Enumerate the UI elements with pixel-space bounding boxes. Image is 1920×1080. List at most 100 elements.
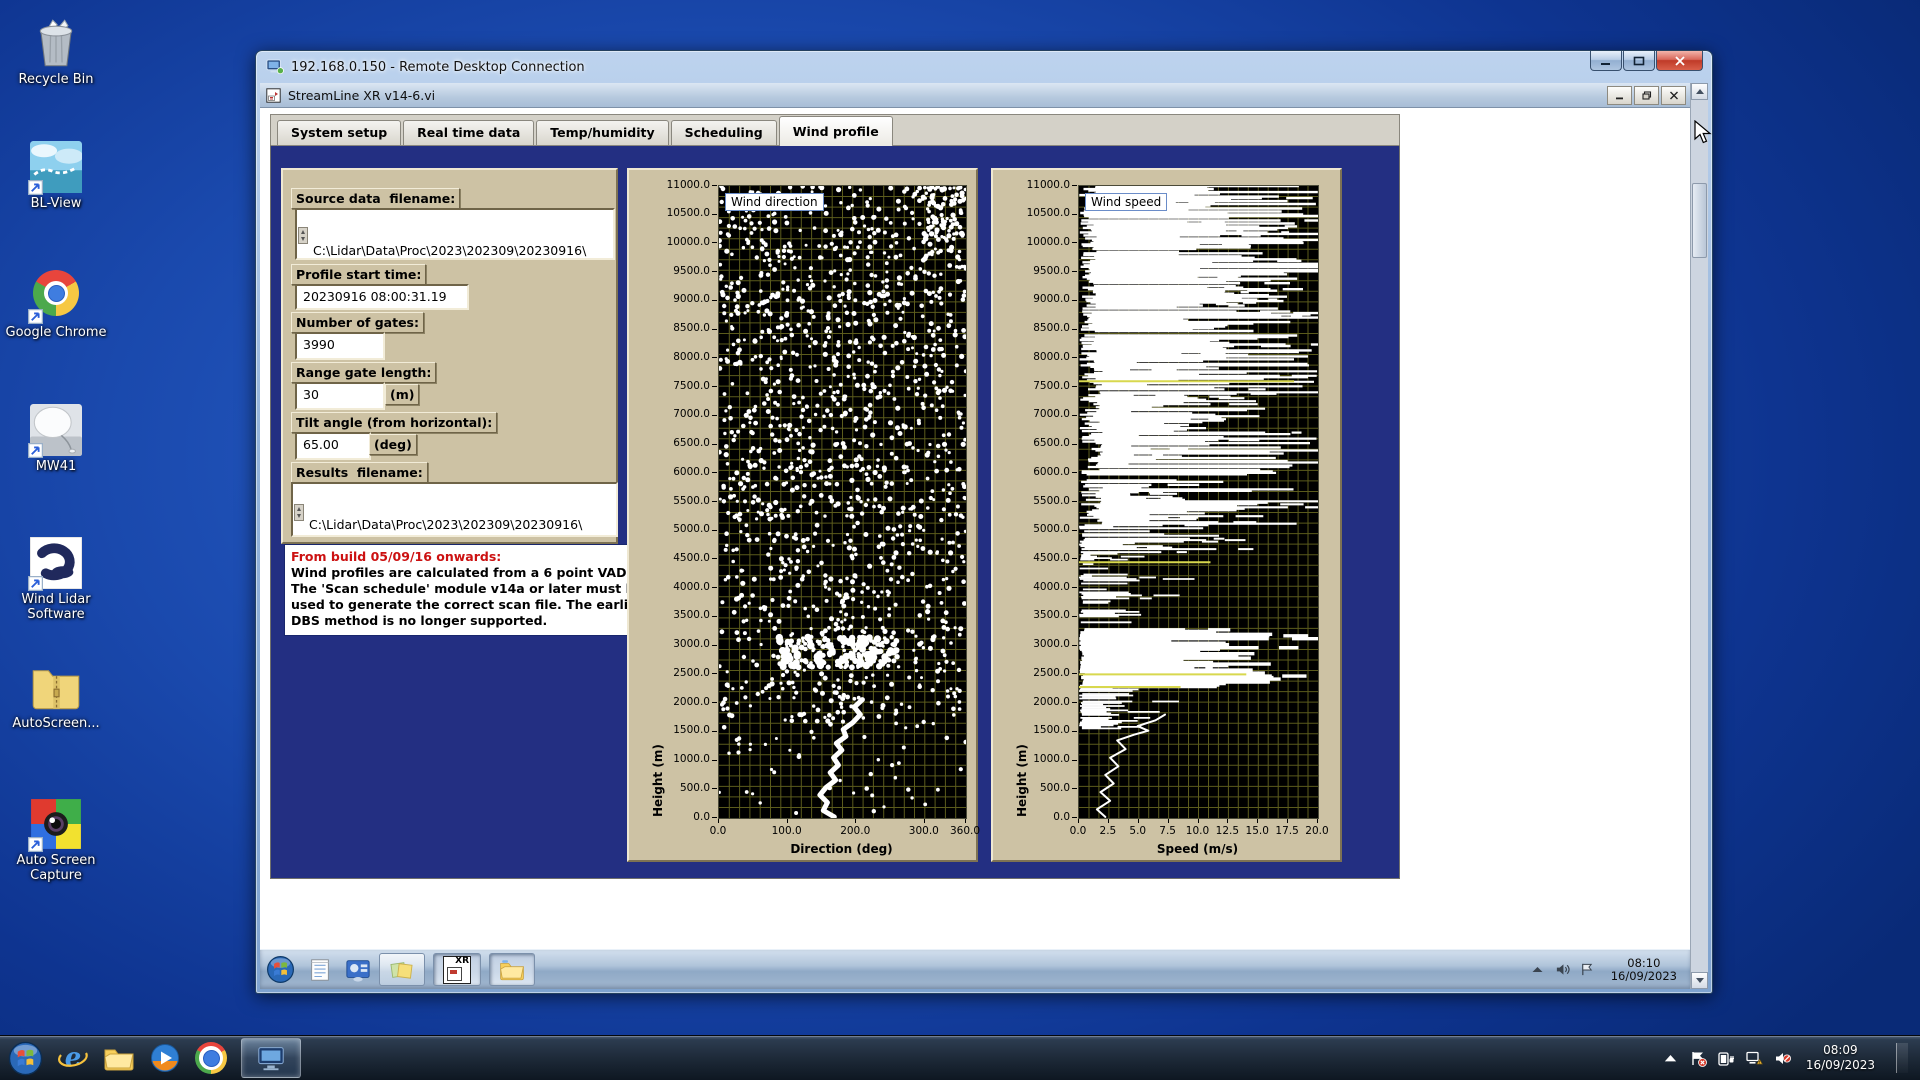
desktop-icon-label: Wind Lidar Software bbox=[4, 592, 108, 622]
network-status-icon[interactable] bbox=[1746, 1050, 1763, 1067]
google-chrome-icon[interactable] bbox=[195, 1042, 227, 1074]
rdp-window-title: 192.168.0.150 - Remote Desktop Connectio… bbox=[291, 60, 585, 75]
y-tick-label: 7500.0 bbox=[1025, 380, 1070, 392]
wind-speed-plot[interactable] bbox=[1078, 185, 1319, 819]
remote-tray-expand-icon[interactable] bbox=[1530, 962, 1545, 977]
labview-titlebar[interactable]: StreamLine XR v14-6.vi bbox=[260, 83, 1690, 108]
notice-line: used to generate the correct scan file. … bbox=[291, 597, 621, 613]
folder-icon bbox=[499, 957, 525, 983]
range-gate-unit-label: (m) bbox=[385, 384, 419, 405]
system-tray: 08:09 16/09/2023 bbox=[1662, 1043, 1920, 1073]
source-filename-label: Source data filename: bbox=[291, 188, 460, 209]
tab-wind-profile[interactable]: Wind profile bbox=[779, 116, 893, 146]
remote-start-button[interactable] bbox=[266, 955, 295, 984]
x-tick-mark bbox=[718, 819, 719, 823]
windows-media-player-icon[interactable] bbox=[149, 1042, 181, 1074]
y-tick-label: 10500.0 bbox=[1025, 207, 1070, 219]
close-button[interactable] bbox=[1656, 51, 1703, 71]
minimize-button[interactable] bbox=[1590, 51, 1622, 71]
y-tick-label: 6000.0 bbox=[661, 466, 710, 478]
autoscreen-zip-icon bbox=[30, 661, 82, 713]
y-tick-label: 8500.0 bbox=[661, 322, 710, 334]
source-filename-field[interactable]: C:\Lidar\Data\Proc\2023\202309\20230916\… bbox=[295, 208, 615, 260]
recycle-bin-icon bbox=[30, 17, 82, 69]
rdp-vertical-scrollbar[interactable] bbox=[1690, 83, 1708, 989]
scrollbar-thumb[interactable] bbox=[1692, 183, 1707, 258]
labview-close-button[interactable] bbox=[1661, 86, 1686, 105]
plot-legend-label: Wind direction bbox=[725, 193, 824, 211]
wind-direction-plot[interactable] bbox=[718, 185, 967, 819]
start-button[interactable] bbox=[8, 1041, 43, 1076]
show-desktop-button[interactable] bbox=[1896, 1043, 1908, 1073]
volume-muted-icon[interactable] bbox=[1774, 1050, 1791, 1067]
range-gate-length-field[interactable]: 30 bbox=[295, 382, 385, 410]
tilt-angle-unit-label: (deg) bbox=[369, 434, 417, 455]
desktop-icon-auto-screen-capture[interactable]: Auto Screen Capture bbox=[4, 798, 108, 883]
internet-explorer-icon[interactable]: e bbox=[57, 1042, 89, 1074]
tilt-angle-field[interactable]: 65.00 bbox=[295, 432, 371, 460]
y-tick-label: 500.0 bbox=[1025, 782, 1070, 794]
desktop-icon-label: MW41 bbox=[4, 459, 108, 474]
power-plug-icon[interactable] bbox=[1718, 1050, 1735, 1067]
google-chrome-icon bbox=[30, 270, 82, 322]
tray-expand-icon[interactable] bbox=[1662, 1050, 1679, 1067]
streamline-xr-taskbar-button[interactable]: XR bbox=[433, 953, 481, 986]
control-panel-icon[interactable] bbox=[345, 957, 371, 983]
y-tick-mark bbox=[712, 530, 717, 531]
tab-scheduling[interactable]: Scheduling bbox=[671, 120, 777, 145]
remote-taskbar: XR 08:10 16/09/2023 bbox=[260, 949, 1691, 989]
y-tick-mark bbox=[712, 558, 717, 559]
y-tick-mark bbox=[712, 673, 717, 674]
string-scrollbar-icon[interactable] bbox=[298, 227, 308, 244]
taskbar-clock[interactable]: 08:09 16/09/2023 bbox=[1806, 1043, 1875, 1073]
tab-system-setup[interactable]: System setup bbox=[277, 120, 401, 145]
maximize-button[interactable] bbox=[1623, 51, 1655, 71]
action-center-icon[interactable] bbox=[1690, 1050, 1707, 1067]
y-tick-mark bbox=[1072, 242, 1077, 243]
explorer-taskbar-button[interactable] bbox=[489, 953, 535, 986]
clock-date: 16/09/2023 bbox=[1806, 1058, 1875, 1073]
rdp-computer-icon bbox=[266, 59, 284, 75]
notepad-icon[interactable] bbox=[307, 957, 333, 983]
tab-real-time-data[interactable]: Real time data bbox=[403, 120, 534, 145]
rdp-titlebar[interactable]: 192.168.0.150 - Remote Desktop Connectio… bbox=[256, 51, 1712, 83]
shortcut-arrow-icon bbox=[28, 576, 43, 591]
plot-legend-label: Wind speed bbox=[1085, 193, 1167, 211]
y-tick-mark bbox=[1072, 731, 1077, 732]
string-scrollbar-icon[interactable] bbox=[294, 504, 304, 521]
wind-speed-chart[interactable]: Height (m)0.0500.01000.01500.02000.02500… bbox=[991, 168, 1342, 862]
wind-direction-chart[interactable]: Height (m)0.0500.01000.01500.02000.02500… bbox=[627, 168, 978, 862]
desktop-icon-google-chrome[interactable]: Google Chrome bbox=[4, 267, 108, 340]
desktop-icon-autoscreen-zip[interactable]: AutoScreen... bbox=[4, 661, 108, 731]
scroll-up-button[interactable] bbox=[1691, 83, 1708, 100]
x-tick-label: 300.0 bbox=[909, 825, 939, 837]
remote-action-center-icon[interactable] bbox=[1580, 962, 1595, 977]
tab-temp-humidity[interactable]: Temp/humidity bbox=[536, 120, 668, 145]
labview-minimize-button[interactable] bbox=[1607, 86, 1632, 105]
profile-start-time-label: Profile start time: bbox=[291, 264, 426, 285]
desktop-icon-bl-view[interactable]: BL-View bbox=[4, 141, 108, 211]
y-tick-label: 5000.0 bbox=[661, 523, 710, 535]
scroll-down-button[interactable] bbox=[1691, 972, 1708, 989]
labview-restore-button[interactable] bbox=[1634, 86, 1659, 105]
x-tick-label: 100.0 bbox=[772, 825, 802, 837]
number-of-gates-field[interactable]: 3990 bbox=[295, 332, 385, 360]
windows-explorer-icon[interactable] bbox=[103, 1042, 135, 1074]
remote-clock[interactable]: 08:10 16/09/2023 bbox=[1611, 957, 1685, 983]
results-filename-field[interactable]: C:\Lidar\Data\Proc\2023\202309\20230916\… bbox=[291, 482, 618, 537]
remote-desktop-taskbar-button[interactable] bbox=[241, 1038, 301, 1078]
desktop-icon-recycle-bin[interactable]: Recycle Bin bbox=[4, 17, 108, 87]
labview-window-controls bbox=[1607, 86, 1686, 105]
sticky-notes-taskbar-button[interactable] bbox=[379, 953, 425, 986]
y-tick-label: 1000.0 bbox=[1025, 753, 1070, 765]
y-tick-label: 1500.0 bbox=[661, 724, 710, 736]
remote-volume-icon[interactable] bbox=[1555, 962, 1570, 977]
y-tick-mark bbox=[1072, 702, 1077, 703]
labview-front-panel: System setupReal time dataTemp/humidityS… bbox=[260, 108, 1690, 950]
profile-start-time-field[interactable]: 20230916 08:00:31.19 bbox=[295, 284, 469, 310]
x-tick-label: 0.0 bbox=[710, 825, 727, 837]
desktop-icon-wind-lidar-software[interactable]: Wind Lidar Software bbox=[4, 537, 108, 622]
shortcut-arrow-icon bbox=[28, 309, 43, 324]
y-tick-label: 5000.0 bbox=[1025, 523, 1070, 535]
desktop-icon-mw41[interactable]: MW41 bbox=[4, 404, 108, 474]
